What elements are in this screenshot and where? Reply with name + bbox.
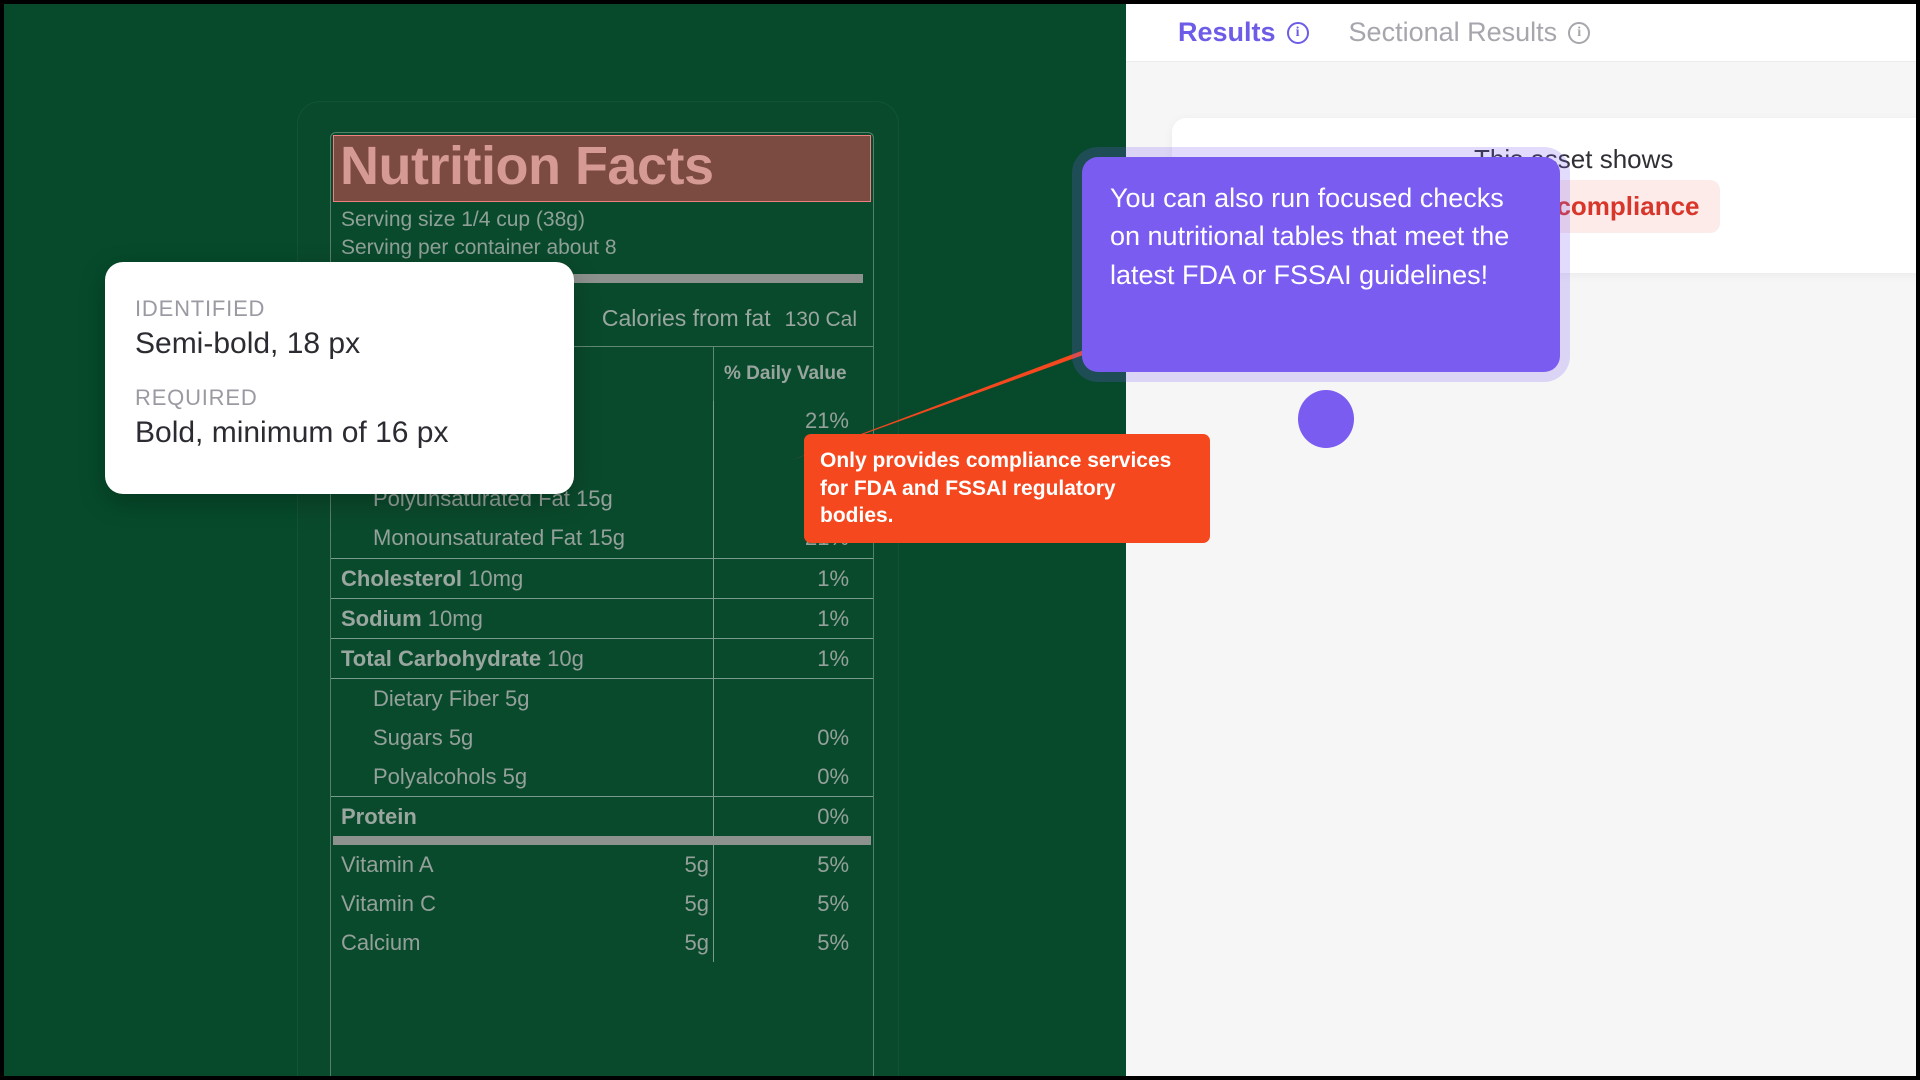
- vitamin-row: Calcium 5g 5%: [331, 922, 873, 962]
- nutrition-row-label: Cholesterol 10mg: [341, 565, 524, 591]
- vitamin-row-label: Calcium: [341, 929, 421, 955]
- red-tooltip-text: Only provides compliance services for FD…: [820, 449, 1172, 528]
- nutrition-row: Monounsaturated Fat 15g21%: [331, 518, 873, 558]
- vitamin-row-value: 5%: [713, 844, 873, 884]
- nutrition-row-label: Sodium 10mg: [341, 605, 483, 631]
- vitamin-row-value: 5%: [713, 922, 873, 962]
- nutrition-row-value: 0%: [713, 717, 873, 757]
- nutrition-label-card[interactable]: Nutrition Facts Serving size 1/4 cup (38…: [298, 102, 898, 1076]
- required-key: REQUIRED: [135, 385, 258, 410]
- vitamin-row-label: Vitamin C: [341, 890, 436, 916]
- nutrition-row-value: 0%: [713, 796, 873, 836]
- vitamin-row-label: Vitamin A: [341, 851, 434, 877]
- nutrition-row-label: Polyalcohols 5g: [373, 763, 528, 789]
- nutrition-row: Cholesterol 10mg 1%: [331, 557, 873, 598]
- nutrition-row-label: Monounsaturated Fat 15g: [373, 525, 625, 551]
- tab-results[interactable]: Results i: [1178, 17, 1309, 48]
- tab-sectional-results-label: Sectional Results: [1348, 17, 1558, 47]
- vitamin-row-amount: 5g: [684, 929, 709, 955]
- nutrition-row: Dietary Fiber 5g: [331, 677, 873, 718]
- nutrition-row-value: 1%: [713, 598, 873, 638]
- vitamin-row-amount: 5g: [684, 851, 709, 877]
- purple-tooltip[interactable]: You can also run focused checks on nutri…: [1082, 157, 1560, 372]
- servings-per-container-text: Serving per container about 8: [341, 236, 617, 260]
- vitamin-row-amount: 5g: [684, 890, 709, 916]
- nutrition-row: Sugars 5g 0%: [331, 717, 873, 757]
- required-value: Bold, minimum of 16 px: [135, 416, 449, 449]
- nutrition-facts-title: Nutrition Facts: [333, 135, 871, 202]
- nutrition-row-value: 1%: [713, 638, 873, 678]
- nutrition-row-label: Protein: [341, 803, 417, 829]
- serving-size-text: Serving size 1/4 cup (38g): [341, 207, 585, 231]
- tab-results-label: Results: [1178, 17, 1276, 47]
- identified-required-card[interactable]: IDENTIFIED Semi-bold, 18 px REQUIRED Bol…: [105, 262, 574, 494]
- nutrition-row: Total Carbohydrate 10g 1%: [331, 637, 873, 678]
- calories-from-fat-value: 130 Cal: [784, 308, 857, 332]
- nutrition-row: Sodium 10mg 1%: [331, 597, 873, 638]
- tab-bar: Results i Sectional Results i: [1126, 4, 1916, 62]
- identified-key: IDENTIFIED: [135, 296, 266, 321]
- nutrition-row-label: Total Carbohydrate 10g: [341, 645, 584, 671]
- identified-value: Semi-bold, 18 px: [135, 327, 361, 360]
- calories-from-fat-label: Calories from fat: [601, 305, 771, 332]
- thick-rule-bottom: [333, 835, 871, 845]
- info-icon[interactable]: i: [1568, 21, 1591, 44]
- vitamin-row: Vitamin A 5g 5%: [331, 844, 873, 884]
- nutrition-facts-title-highlight[interactable]: Nutrition Facts: [333, 135, 871, 202]
- nutrition-row-label: Dietary Fiber 5g: [373, 685, 530, 711]
- nutrition-row-value: [713, 678, 873, 718]
- vitamin-row: Vitamin C 5g 5%: [331, 883, 873, 923]
- red-tooltip[interactable]: Only provides compliance services for FD…: [804, 434, 1210, 544]
- purple-tooltip-text: You can also run focused checks on nutri…: [1110, 183, 1510, 290]
- nutrition-row-value: 0%: [713, 756, 873, 796]
- nutrition-row-label: Sugars 5g: [373, 724, 474, 750]
- info-icon[interactable]: i: [1286, 21, 1309, 44]
- app-window: Nutrition Facts Serving size 1/4 cup (38…: [4, 4, 1916, 1076]
- nutrition-row-value: 1%: [713, 558, 873, 598]
- nutrition-row: Polyalcohols 5g 0%: [331, 756, 873, 796]
- nutrition-row: Protein 0%: [331, 795, 873, 836]
- vitamin-row-value: 5%: [713, 883, 873, 923]
- tour-step-dot[interactable]: [1298, 390, 1354, 448]
- tab-sectional-results[interactable]: Sectional Results i: [1349, 17, 1591, 48]
